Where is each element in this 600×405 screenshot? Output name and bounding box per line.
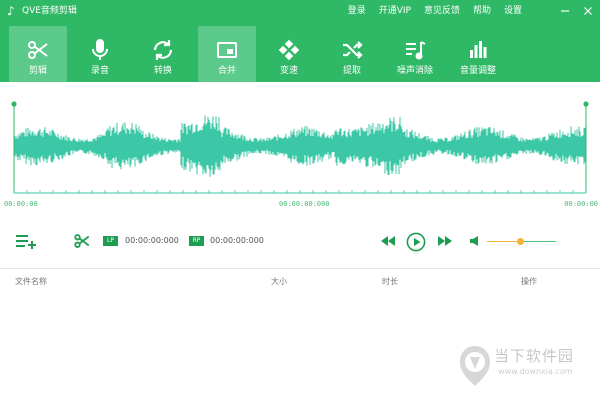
help-link[interactable]: 帮助 — [473, 5, 491, 17]
music-note-icon: ♪ — [7, 4, 15, 18]
tool-cut[interactable]: 剪辑 — [9, 26, 67, 82]
tool-label: 音量调整 — [459, 66, 496, 76]
extract-icon — [323, 38, 381, 62]
tool-label: 剪辑 — [28, 66, 47, 76]
tool-label: 提取 — [342, 66, 361, 76]
add-file-icon[interactable] — [15, 232, 37, 250]
tool-merge[interactable]: 合并 — [198, 26, 256, 82]
file-list-header: 文件名称 大小 时长 操作 — [0, 276, 600, 290]
app-title: QVE音频剪辑 — [22, 6, 77, 16]
volume-slider-knob[interactable] — [516, 238, 524, 245]
waveform — [14, 115, 586, 177]
noise-reduction-icon — [386, 38, 444, 62]
waveform-panel: 00:00:00 00:00:00:000 00:00:00 — [0, 82, 600, 212]
end-time: 00:00:00 — [564, 200, 598, 208]
tool-label: 变速 — [279, 66, 298, 76]
tool-extract[interactable]: 提取 — [323, 26, 381, 82]
scissors-icon — [9, 38, 67, 62]
close-icon[interactable] — [579, 3, 596, 18]
tool-record[interactable]: 录音 — [71, 26, 129, 82]
column-actions[interactable]: 操作 — [521, 276, 537, 288]
volume-icon[interactable] — [469, 235, 483, 247]
play-icon[interactable] — [405, 231, 426, 252]
tool-label: 录音 — [90, 66, 109, 76]
left-point-button[interactable]: LP — [103, 236, 118, 246]
right-point-time: 00:00:00:000 — [210, 236, 264, 245]
tool-label: 噪声消除 — [396, 66, 433, 76]
window-controls — [556, 3, 596, 18]
left-point-time: 00:00:00:000 — [125, 236, 179, 245]
column-size[interactable]: 大小 — [271, 276, 287, 288]
minimize-icon[interactable] — [556, 3, 573, 18]
site-watermark: 当下软件园 www.downxia.com — [458, 345, 588, 391]
top-menu: 登录 开通VIP 意见反馈 帮助 设置 — [348, 5, 522, 17]
microphone-icon — [71, 38, 129, 62]
volume-adjust-icon — [449, 38, 507, 62]
right-selection-handle[interactable] — [583, 101, 589, 107]
settings-link[interactable]: 设置 — [504, 5, 522, 17]
playback-controls: LP 00:00:00:000 RP 00:00:00:000 — [0, 226, 600, 256]
watermark-logo-icon — [460, 346, 490, 386]
column-duration[interactable]: 时长 — [382, 276, 398, 288]
list-divider — [0, 268, 600, 269]
tool-volume-adjust[interactable]: 音量调整 — [449, 26, 507, 82]
fast-forward-icon[interactable] — [437, 235, 453, 247]
volume-slider-fill — [487, 241, 521, 242]
column-file-name[interactable]: 文件名称 — [15, 276, 47, 288]
merge-icon — [198, 38, 256, 62]
vip-link[interactable]: 开通VIP — [379, 5, 411, 17]
waveform-canvas[interactable] — [0, 82, 600, 212]
title-bar: ♪ QVE音频剪辑 登录 开通VIP 意见反馈 帮助 设置 — [0, 0, 600, 22]
speed-icon — [260, 38, 318, 62]
watermark-url: www.downxia.com — [498, 367, 573, 376]
main-toolbar: 剪辑 录音 转换 合并 变速 提取 噪声消除 音量调整 — [0, 22, 600, 82]
feedback-link[interactable]: 意见反馈 — [424, 5, 460, 17]
tool-speed[interactable]: 变速 — [260, 26, 318, 82]
convert-icon — [134, 38, 192, 62]
app-window: ♪ QVE音频剪辑 登录 开通VIP 意见反馈 帮助 设置 剪辑 录音 转换 合… — [0, 0, 600, 405]
tool-label: 转换 — [153, 66, 172, 76]
start-time: 00:00:00 — [4, 200, 38, 208]
login-link[interactable]: 登录 — [348, 5, 366, 17]
right-point-button[interactable]: RP — [189, 236, 204, 246]
watermark-text: 当下软件园 — [494, 347, 575, 365]
rewind-icon[interactable] — [380, 235, 396, 247]
current-time: 00:00:00:000 — [279, 200, 330, 208]
scissors-icon[interactable] — [73, 232, 91, 250]
tool-noise-reduction[interactable]: 噪声消除 — [386, 26, 444, 82]
tool-convert[interactable]: 转换 — [134, 26, 192, 82]
tool-label: 合并 — [217, 66, 236, 76]
left-selection-handle[interactable] — [11, 101, 17, 107]
